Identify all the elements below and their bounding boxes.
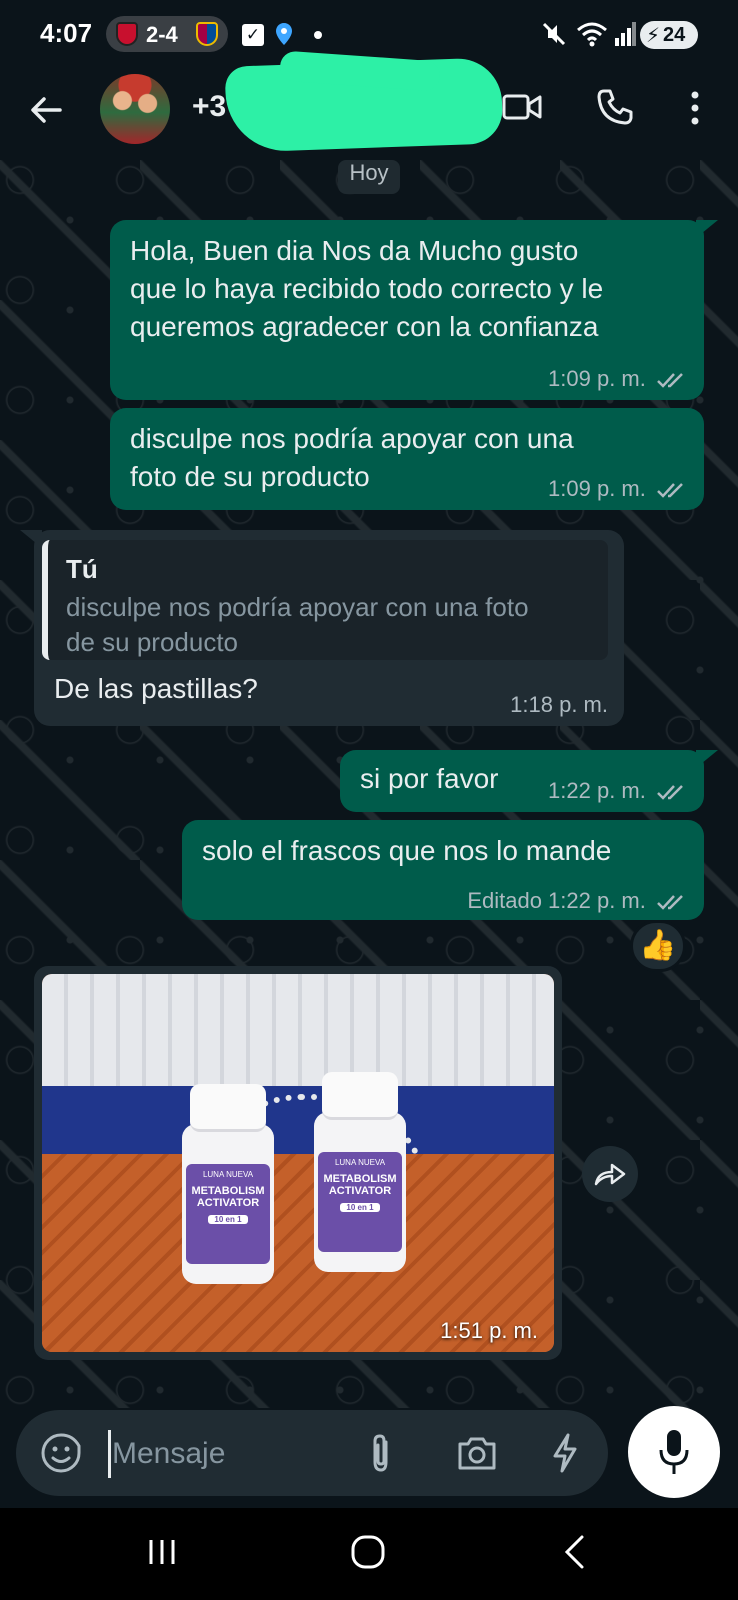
team-crest-icon [116,22,138,46]
message-time: 1:09 p. m. [548,366,646,391]
message-text: disculpe nos podría apoyar con una [130,423,574,454]
message-time: Editado 1:22 p. m. [467,888,646,913]
camera-icon[interactable] [456,1434,498,1472]
message-meta: 1:22 p. m. [548,772,688,810]
bottle-label: LUNA NUEVA METABOLISM ACTIVATOR 10 en 1 [186,1164,270,1264]
notification-dot-icon [314,31,322,39]
forward-button[interactable] [582,1146,638,1202]
supplement-bottle: LUNA NUEVA METABOLISM ACTIVATOR 10 en 1 [314,1072,406,1272]
chat-header: +3 [0,50,738,160]
text-cursor [108,1430,111,1478]
system-nav-bar [0,1508,738,1600]
charging-icon: ⚡ [646,25,661,47]
message-text: solo el frascos que nos lo mande [202,835,612,866]
message-bubble-incoming[interactable]: Tú disculpe nos podría apoyar con una fo… [20,530,624,726]
message-input[interactable] [112,1432,332,1476]
wifi-icon [577,22,607,47]
team-crest-icon [196,22,218,46]
chat-area[interactable]: Hoy Hola, Buen dia Nos da Mucho gusto qu… [0,160,738,1408]
reaction-thumbs-up[interactable]: 👍 [630,920,686,972]
message-text: si por favor [360,763,499,794]
message-meta: 1:09 p. m. [548,470,688,508]
message-text: foto de su producto [130,461,370,492]
quoted-message[interactable]: Tú disculpe nos podría apoyar con una fo… [42,540,608,660]
quick-reply-bolt-icon[interactable] [550,1432,580,1474]
battery-indicator: ⚡ 24 [640,21,698,49]
message-bubble-outgoing[interactable]: solo el frascos que nos lo mande Editado… [182,820,704,920]
message-time: 1:18 p. m. [510,692,608,717]
back-arrow-icon[interactable] [26,90,66,130]
message-bubble-outgoing[interactable]: disculpe nos podría apoyar con una foto … [110,408,704,510]
attach-clip-icon[interactable] [366,1432,396,1474]
message-bubble-outgoing[interactable]: Hola, Buen dia Nos da Mucho gusto que lo… [110,220,718,400]
double-check-icon [657,895,683,910]
home-icon[interactable] [350,1534,386,1570]
location-pin-icon [276,23,292,45]
message-bubble-outgoing[interactable]: si por favor 1:22 p. m. [340,750,718,812]
contact-avatar[interactable] [100,74,170,144]
phone-call-icon[interactable] [596,88,634,126]
score-notification: 2-4 [106,16,228,52]
date-separator: Hoy [338,160,400,194]
nav-back-icon[interactable] [560,1534,588,1570]
message-text: queremos agradecer con la confianza [130,311,599,342]
quote-text: disculpe nos podría apoyar con una foto … [66,592,529,657]
message-meta: Editado 1:22 p. m. [467,882,688,920]
more-options-icon[interactable] [688,90,702,126]
quote-author: Tú [66,554,98,584]
supplement-bottle: LUNA NUEVA METABOLISM ACTIVATOR 10 en 1 [182,1084,274,1284]
bottle-label: LUNA NUEVA METABOLISM ACTIVATOR 10 en 1 [318,1152,402,1252]
product-photo[interactable]: LUNA NUEVA METABOLISM ACTIVATOR 10 en 1 L… [42,974,554,1352]
mute-icon [542,22,566,46]
message-time: 1:09 p. m. [548,476,646,501]
double-check-icon [657,373,683,388]
checkbox-notification-icon: ✓ [242,24,264,46]
message-time: 1:51 p. m. [440,1318,538,1343]
message-meta: 1:09 p. m. [548,360,688,398]
double-check-icon [657,785,683,800]
signal-icon [615,22,636,46]
video-call-icon[interactable] [502,92,542,122]
status-time: 4:07 [40,18,93,48]
contact-name[interactable]: +3 [192,90,226,124]
microphone-icon [659,1430,689,1474]
message-time: 1:22 p. m. [548,778,646,803]
message-text: De las pastillas? [54,673,258,704]
message-text: que lo haya recibido todo correcto y le [130,273,604,304]
score-text: 2-4 [146,22,178,47]
double-check-icon [657,483,683,498]
emoji-sticker-icon[interactable] [40,1432,82,1474]
image-message-incoming[interactable]: LUNA NUEVA METABOLISM ACTIVATOR 10 en 1 L… [34,966,562,1360]
voice-message-button[interactable] [628,1406,720,1498]
battery-level: 24 [663,24,686,46]
recent-apps-icon[interactable] [146,1536,178,1568]
forward-icon [594,1163,626,1186]
message-composer [16,1410,608,1496]
message-text: Hola, Buen dia Nos da Mucho gusto [130,235,579,266]
